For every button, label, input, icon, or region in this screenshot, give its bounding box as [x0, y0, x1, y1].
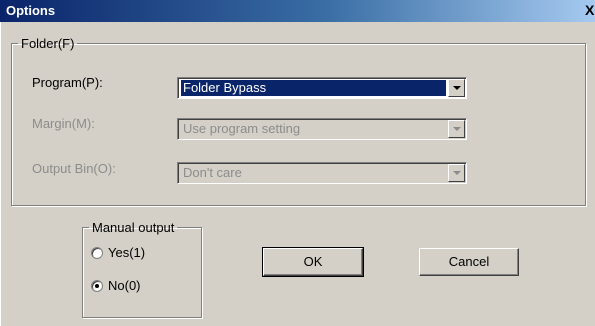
margin-label: Margin(M):	[32, 116, 95, 131]
program-label: Program(P):	[32, 75, 103, 90]
manual-output-group: Manual output	[82, 220, 202, 318]
ok-button[interactable]: OK	[262, 247, 364, 277]
program-select-value: Folder Bypass	[181, 80, 446, 96]
title-bar[interactable]: Options X	[0, 0, 595, 22]
output-bin-label: Output Bin(O):	[32, 161, 116, 176]
margin-select: Use program setting	[177, 118, 467, 140]
chevron-down-icon	[448, 164, 465, 182]
dialog-body: Folder(F) Program(P): Folder Bypass Marg…	[0, 22, 595, 326]
output-bin-select: Don't care	[177, 162, 467, 184]
folder-group-legend: Folder(F)	[21, 36, 75, 51]
chevron-down-icon[interactable]	[448, 79, 465, 97]
manual-output-no-label: No(0)	[108, 278, 141, 293]
close-icon[interactable]: X	[585, 2, 595, 18]
cancel-button[interactable]: Cancel	[419, 248, 519, 276]
radio-unchecked-icon[interactable]	[91, 247, 103, 259]
chevron-down-icon	[448, 120, 465, 138]
window-title: Options	[6, 3, 56, 18]
manual-output-yes-label: Yes(1)	[108, 245, 146, 260]
margin-select-value: Use program setting	[183, 121, 301, 136]
program-select[interactable]: Folder Bypass	[177, 77, 467, 99]
output-bin-select-value: Don't care	[183, 165, 242, 180]
manual-output-legend: Manual output	[92, 220, 175, 235]
radio-checked-icon[interactable]	[91, 280, 103, 292]
